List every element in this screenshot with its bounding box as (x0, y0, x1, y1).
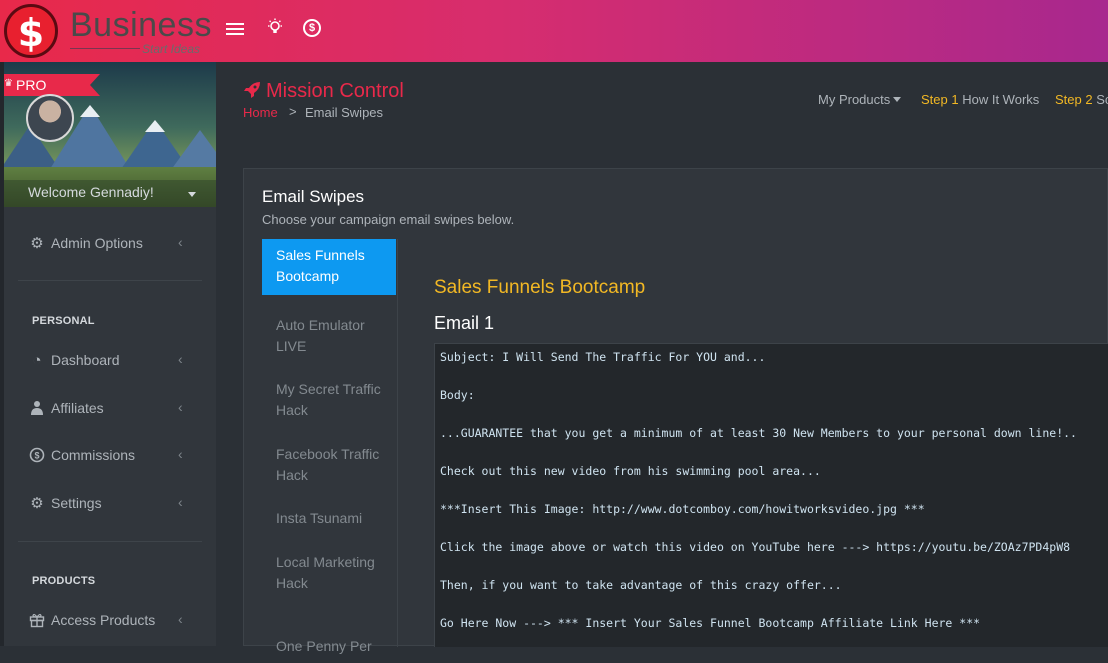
tab-local-marketing-hack[interactable]: Local Marketing Hack (262, 546, 396, 600)
email-line: Then, if you want to take advantage of t… (440, 578, 842, 592)
pro-badge: ♛ PRO (0, 74, 100, 96)
email-swipes-card: Email Swipes Choose your campaign email … (243, 168, 1108, 654)
sidebar: ♛ PRO Welcome Gennadiy! ⚙ Admin Options … (0, 62, 216, 646)
tab-my-secret-traffic-hack[interactable]: My Secret Traffic Hack (262, 373, 396, 427)
card-subtitle: Choose your campaign email swipes below. (262, 212, 515, 227)
brand-divider (70, 48, 140, 49)
nav-step2-link[interactable]: Step 2 Sc (1055, 92, 1108, 107)
profile-panel: ♛ PRO Welcome Gennadiy! (0, 62, 216, 207)
email-swipe-text[interactable]: Subject: I Will Send The Traffic For YOU… (434, 343, 1108, 647)
chevron-left-icon: ‹ (178, 234, 183, 250)
tab-sales-funnels-bootcamp[interactable]: Sales Funnels Bootcamp (262, 239, 396, 295)
page-header: Mission Control Home > Email Swipes My P… (216, 62, 1108, 140)
sidebar-item-affiliates[interactable]: Affiliates ‹ (28, 397, 198, 421)
breadcrumb-current: Email Swipes (305, 105, 384, 120)
sidebar-item-commissions[interactable]: $ Commissions ‹ (28, 444, 198, 468)
section-heading-products: PRODUCTS (32, 575, 96, 587)
breadcrumb-separator-icon: > (289, 104, 297, 119)
brand-name: Business (70, 6, 212, 44)
sidebar-item-admin-options[interactable]: ⚙ Admin Options ‹ (28, 232, 198, 256)
brand-logo[interactable]: $ Business Start Ideas (4, 4, 214, 58)
dollar-circle-icon: $ (28, 447, 46, 465)
avatar[interactable] (26, 94, 74, 142)
crown-icon: ♛ (4, 78, 13, 89)
sidebar-divider (18, 280, 202, 281)
sidebar-item-settings[interactable]: ⚙ Settings ‹ (28, 492, 198, 516)
email-line: ***Insert This Image: http://www.dotcomb… (440, 502, 925, 516)
email-line: Body: (440, 388, 475, 402)
campaign-title: Sales Funnels Bootcamp (434, 277, 646, 298)
dashboard-icon: ◔ (32, 352, 42, 369)
sidebar-item-access-products[interactable]: Access Products ‹ (28, 609, 198, 633)
caret-down-icon (893, 97, 902, 102)
tab-auto-emulator-live[interactable]: Auto Emulator LIVE (262, 309, 396, 363)
breadcrumb-home-link[interactable]: Home (243, 105, 278, 120)
email-content: Sales Funnels Bootcamp Email 1 Subject: … (414, 239, 1108, 647)
sidebar-divider (18, 541, 202, 542)
chevron-left-icon: ‹ (178, 351, 183, 367)
chevron-left-icon: ‹ (178, 611, 183, 627)
chevron-left-icon: ‹ (178, 494, 183, 510)
sidebar-item-dashboard[interactable]: ◔ Dashboard ‹ (28, 349, 198, 373)
tab-insta-tsunami[interactable]: Insta Tsunami (262, 502, 396, 535)
brand-tagline: Start Ideas (142, 42, 201, 56)
lightbulb-icon[interactable] (264, 18, 286, 40)
gear-icon: ⚙ (30, 235, 44, 252)
svg-text:$: $ (34, 451, 39, 461)
dollar-circle-icon[interactable]: $ (303, 19, 321, 37)
welcome-dropdown[interactable]: Welcome Gennadiy! (0, 180, 216, 207)
welcome-text: Welcome Gennadiy! (28, 184, 154, 200)
email-line: Subject: I Will Send The Traffic For YOU… (440, 350, 766, 364)
email-line: Go Here Now ---> *** Insert Your Sales F… (440, 616, 981, 630)
menu-icon[interactable] (226, 18, 248, 40)
sidebar-edge (0, 62, 4, 646)
tab-facebook-traffic-hack[interactable]: Facebook Traffic Hack (262, 438, 396, 492)
nav-step1-link[interactable]: Step 1 How It Works (921, 92, 1039, 107)
page-title: Mission Control (266, 80, 404, 102)
users-icon (28, 400, 46, 418)
gear-icon: ⚙ (30, 495, 44, 512)
email-line: ...GUARANTEE that you get a minimum of a… (440, 426, 1077, 440)
caret-down-icon (188, 192, 196, 197)
gift-icon (28, 612, 46, 630)
tab-one-penny-per[interactable]: One Penny Per (262, 630, 396, 663)
dollar-logo-icon: $ (4, 4, 58, 58)
card-title: Email Swipes (262, 187, 365, 206)
email-line: Check out this new video from his swimmi… (440, 464, 821, 478)
campaign-tabs: Sales Funnels Bootcamp Auto Emulator LIV… (262, 239, 398, 654)
rocket-icon (243, 81, 261, 99)
top-bar: $ Business Start Ideas $ (0, 0, 1108, 62)
chevron-left-icon: ‹ (178, 446, 183, 462)
email-title: Email 1 (434, 313, 495, 333)
section-heading-personal: PERSONAL (32, 315, 95, 327)
email-line: Click the image above or watch this vide… (440, 540, 1071, 554)
my-products-dropdown[interactable]: My Products (818, 92, 902, 107)
chevron-left-icon: ‹ (178, 399, 183, 415)
